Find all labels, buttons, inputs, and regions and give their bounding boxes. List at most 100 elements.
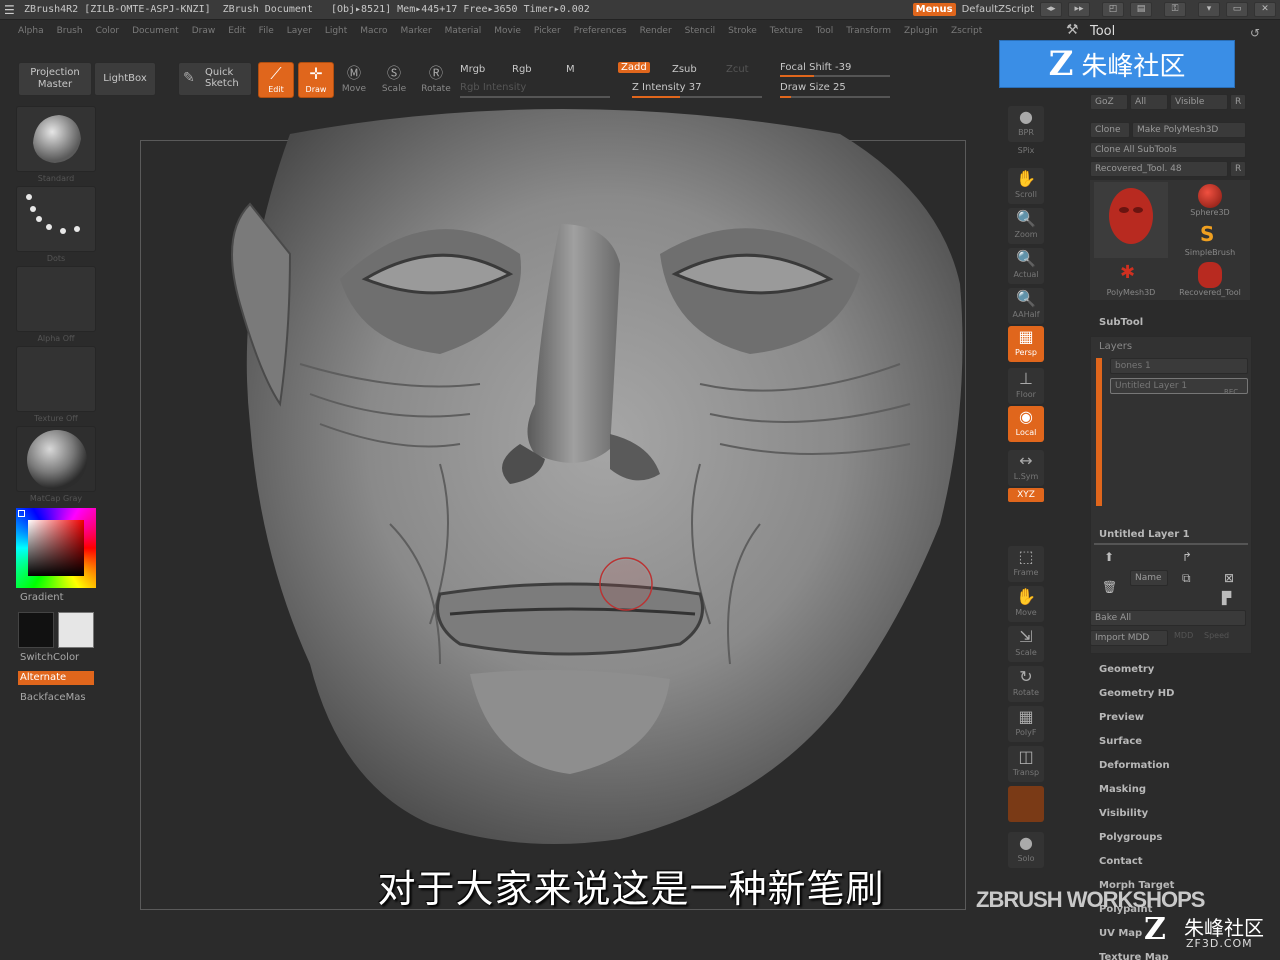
menu-file[interactable]: File — [259, 26, 274, 36]
main-color-swatch[interactable] — [18, 612, 54, 648]
move-button[interactable]: Ⓜ Move — [340, 64, 368, 94]
transp-color-swatch[interactable] — [1008, 786, 1044, 822]
menu-marker[interactable]: Marker — [401, 26, 432, 36]
goz-button[interactable]: GoZ — [1090, 94, 1128, 110]
menu-draw[interactable]: Draw — [192, 26, 216, 36]
menu-zplugin[interactable]: Zplugin — [904, 26, 938, 36]
close-icon[interactable]: ✕ — [1254, 2, 1276, 17]
tb-layout-icon[interactable]: ◰ — [1102, 2, 1124, 17]
mrgb-button[interactable]: Mrgb — [460, 64, 485, 75]
menu-zscript[interactable]: Zscript — [951, 26, 982, 36]
menu-brush[interactable]: Brush — [57, 26, 83, 36]
draw-size-track[interactable] — [780, 96, 890, 98]
m-button[interactable]: M — [566, 64, 575, 75]
menu-picker[interactable]: Picker — [534, 26, 561, 36]
section-deformation[interactable]: Deformation — [1099, 760, 1170, 771]
persp-tool-button[interactable]: ▦ Persp — [1008, 326, 1044, 362]
color-picker[interactable] — [16, 508, 96, 588]
tb-nav-right-icon[interactable]: ▸▸ — [1068, 2, 1090, 17]
goz-visible-button[interactable]: Visible — [1170, 94, 1228, 110]
layer-name-slider[interactable]: Untitled Layer 1 — [1099, 529, 1190, 540]
alternate-button[interactable]: Alternate — [18, 671, 94, 685]
goz-r-button[interactable]: R — [1230, 94, 1246, 110]
layer-bones[interactable]: bones 1 — [1110, 358, 1248, 374]
minimize-icon[interactable]: ▾ — [1198, 2, 1220, 17]
frame-tool-button[interactable]: ⬚ Frame — [1008, 546, 1044, 582]
sphere3d-icon[interactable] — [1198, 184, 1222, 208]
rgb-intensity-track[interactable] — [460, 96, 610, 98]
sculpt-viewport[interactable] — [140, 104, 1000, 860]
brush-thumbnail[interactable] — [16, 106, 96, 172]
polyf-tool-button[interactable]: ▦ PolyF — [1008, 706, 1044, 742]
clone-button[interactable]: Clone — [1090, 122, 1130, 138]
section-surface[interactable]: Surface — [1099, 736, 1142, 747]
section-polygroups[interactable]: Polygroups — [1099, 832, 1162, 843]
tb-lock-icon[interactable]: ⚿ — [1164, 2, 1186, 17]
local-tool-button[interactable]: ◉ Local — [1008, 406, 1044, 442]
section-preview[interactable]: Preview — [1099, 712, 1144, 723]
spix-tool-button[interactable]: SPix — [1008, 146, 1044, 162]
polymesh3d-icon[interactable]: ✱ — [1120, 262, 1135, 283]
layer-duplicate-icon[interactable]: ⧉ — [1182, 571, 1191, 586]
floor-tool-button[interactable]: ⊥ Floor — [1008, 368, 1044, 404]
color-cursor[interactable] — [18, 510, 25, 517]
layer-strength-track[interactable] — [1094, 543, 1248, 545]
zoom-tool-button[interactable]: 🔍 Zoom — [1008, 208, 1044, 244]
backface-mask-button[interactable]: BackfaceMas — [20, 692, 86, 703]
scale-tool-button[interactable]: ⇲ Scale — [1008, 626, 1044, 662]
current-tool-r-button[interactable]: R — [1230, 161, 1246, 177]
menu-color[interactable]: Color — [96, 26, 120, 36]
move-tool-button[interactable]: ✋ Move — [1008, 586, 1044, 622]
switchcolor-button[interactable]: SwitchColor — [20, 652, 79, 663]
layer-delete-icon[interactable]: 🗑 — [1102, 580, 1117, 594]
tb-nav-left-icon[interactable]: ◂▸ — [1040, 2, 1062, 17]
menu-document[interactable]: Document — [132, 26, 179, 36]
gradient-button[interactable]: Gradient — [20, 592, 64, 603]
rgb-intensity-slider[interactable]: Rgb Intensity — [460, 82, 526, 93]
current-tool-slider[interactable]: Recovered_Tool. 48 — [1090, 161, 1228, 177]
palette-reset-icon[interactable]: ↺ — [1250, 26, 1260, 40]
menu-layer[interactable]: Layer — [287, 26, 312, 36]
section-visibility[interactable]: Visibility — [1099, 808, 1148, 819]
tb-palette-icon[interactable]: ▤ — [1130, 2, 1152, 17]
section-masking[interactable]: Masking — [1099, 784, 1146, 795]
menu-transform[interactable]: Transform — [846, 26, 891, 36]
layers-section[interactable]: Layers — [1099, 341, 1132, 352]
clone-all-subtools-button[interactable]: Clone All SubTools — [1090, 142, 1246, 158]
menu-movie[interactable]: Movie — [494, 26, 521, 36]
menus-toggle-button[interactable]: Menus — [912, 3, 956, 16]
menu-stroke[interactable]: Stroke — [728, 26, 757, 36]
layer-merge-icon[interactable]: ⊠ — [1224, 571, 1234, 585]
edit-button[interactable]: ⟋ Edit — [258, 62, 294, 98]
z-intensity-slider[interactable]: Z Intensity 37 — [632, 82, 701, 93]
section-uv-map[interactable]: UV Map — [1099, 928, 1142, 939]
projection-master-button[interactable]: Projection Master — [18, 62, 92, 96]
menu-stencil[interactable]: Stencil — [685, 26, 715, 36]
material-thumbnail[interactable] — [16, 426, 96, 492]
subtool-section[interactable]: SubTool — [1099, 317, 1143, 328]
section-contact[interactable]: Contact — [1099, 856, 1143, 867]
scale-button[interactable]: Ⓢ Scale — [380, 64, 408, 94]
draw-size-slider[interactable]: Draw Size 25 — [780, 82, 846, 93]
layer-misc-icon[interactable]: ▛ — [1222, 591, 1231, 605]
draw-button[interactable]: ✛ Draw — [298, 62, 334, 98]
menu-edit[interactable]: Edit — [228, 26, 245, 36]
simplebrush-icon[interactable]: S — [1200, 222, 1214, 246]
zadd-button[interactable]: Zadd — [618, 62, 650, 73]
mdd-speed-label[interactable]: Speed — [1204, 631, 1229, 640]
quick-sketch-button[interactable]: ✎ Quick Sketch — [178, 62, 252, 96]
make-polymesh-button[interactable]: Make PolyMesh3D — [1132, 122, 1246, 138]
menu-alpha[interactable]: Alpha — [18, 26, 44, 36]
section-geometry[interactable]: Geometry — [1099, 664, 1154, 675]
layer-split-icon[interactable]: ↱ — [1182, 550, 1192, 564]
layer-name-button[interactable]: Name — [1130, 570, 1168, 586]
import-mdd-button[interactable]: Import MDD — [1090, 630, 1168, 646]
section-geometry-hd[interactable]: Geometry HD — [1099, 688, 1174, 699]
recovered-tool-thumb[interactable] — [1094, 182, 1168, 258]
default-zscript-label[interactable]: DefaultZScript — [962, 4, 1034, 15]
bake-all-button[interactable]: Bake All — [1090, 610, 1246, 626]
menu-preferences[interactable]: Preferences — [574, 26, 627, 36]
transp-tool-button[interactable]: ◫ Transp — [1008, 746, 1044, 782]
tool-palette-title[interactable]: Tool — [1090, 24, 1115, 39]
aahalf-tool-button[interactable]: 🔍 AAHalf — [1008, 288, 1044, 324]
